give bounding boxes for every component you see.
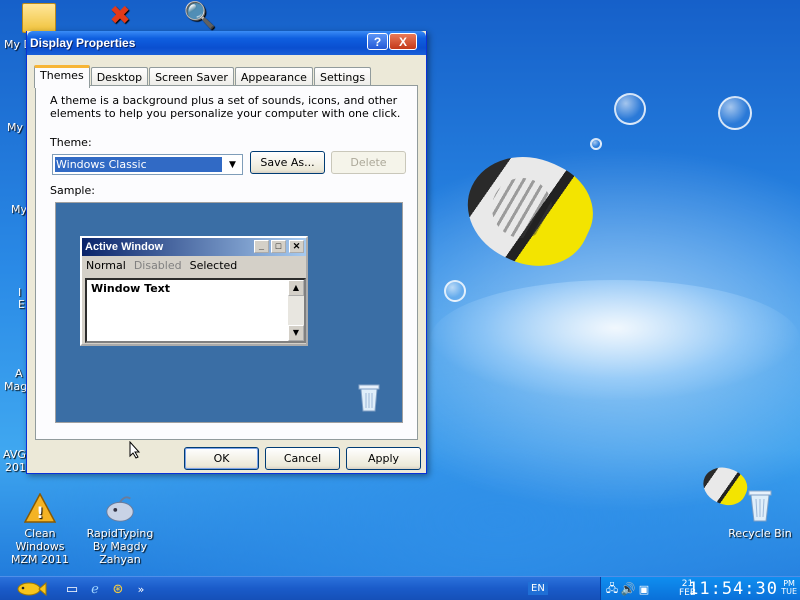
bubble [444, 280, 466, 302]
magnifier-icon: 🔍 [183, 0, 217, 31]
close-icon: ✕ [289, 240, 304, 253]
ok-button[interactable]: OK [184, 447, 259, 470]
dialog-titlebar[interactable]: Display Properties ? X [27, 31, 426, 55]
chevron-right-icon[interactable]: » [132, 580, 150, 598]
taskbar: ▭ ℯ ⊛ » EN 🖧 🔊 ▣ 21 FEB 11:54:30 PM TUE [0, 576, 800, 600]
sample-menu-selected: Selected [189, 258, 238, 272]
desktop-edge-label[interactable]: My [11, 203, 27, 216]
minimize-icon: _ [254, 240, 269, 253]
fish-large [450, 136, 609, 285]
close-button[interactable]: X [389, 33, 417, 50]
bubble [718, 96, 752, 130]
tray-ampm: PM TUE [781, 579, 797, 596]
tab-screen-saver[interactable]: Screen Saver [149, 67, 234, 87]
desktop-icon-label: Recycle Bin [728, 527, 792, 540]
typing-mouse-icon [104, 492, 136, 524]
theme-select[interactable]: Windows Classic ▼ [52, 154, 243, 175]
desktop-icon-label: Clean Windows MZM 2011 [10, 527, 69, 566]
maximize-icon: □ [271, 240, 286, 253]
scroll-up-icon: ▲ [288, 280, 304, 296]
help-button[interactable]: ? [367, 33, 388, 50]
scroll-down-icon: ▼ [288, 325, 304, 341]
sample-menu-normal: Normal [86, 258, 126, 272]
desktop-edge-label[interactable]: 201 [5, 461, 26, 474]
close-x-icon: ✖ [109, 0, 131, 31]
desktop-edge-label[interactable]: AVG [3, 448, 26, 461]
desktop-icon-red-x[interactable]: ✖ [100, 0, 140, 35]
sample-window-text: Window Text [91, 282, 171, 295]
show-desktop-icon[interactable]: ▭ [63, 580, 81, 598]
apply-button[interactable]: Apply [346, 447, 421, 470]
desktop-edge-label[interactable]: E [18, 298, 25, 311]
tab-themes[interactable]: Themes [34, 65, 90, 88]
start-fish-icon[interactable] [14, 580, 48, 598]
desktop-edge-label[interactable]: Mag [4, 380, 27, 393]
display-properties-dialog[interactable]: Display Properties ? X Themes Desktop Sc… [26, 31, 427, 474]
delete-button: Delete [331, 151, 406, 174]
desktop-icon-search[interactable]: 🔍 [180, 0, 220, 35]
sample-menu-disabled: Disabled [133, 258, 182, 272]
tab-settings[interactable]: Settings [313, 67, 372, 87]
tab-appearance[interactable]: Appearance [234, 67, 313, 87]
theme-label: Theme: [50, 136, 92, 149]
sample-active-window: Active Window _ □ ✕ Normal Disabled Sele… [80, 236, 308, 346]
desktop-icon-label: RapidTyping By Magdy Zahyan [86, 527, 154, 566]
svg-text:!: ! [36, 503, 43, 522]
sample-window-title: Active Window _ □ ✕ [82, 238, 306, 256]
desktop-icon-recycle-bin[interactable]: Recycle Bin [726, 484, 794, 540]
sample-window-text-area: Window Text ▲ ▼ [85, 278, 306, 343]
water-splash [430, 280, 800, 400]
recycle-bin-icon [744, 484, 776, 524]
cancel-button[interactable]: Cancel [265, 447, 340, 470]
tab-strip: Themes Desktop Screen Saver Appearance S… [34, 64, 372, 88]
desktop-edge-label[interactable]: A [15, 367, 23, 380]
recycle-bin-icon [356, 381, 382, 413]
security-icon[interactable]: ▣ [635, 580, 653, 598]
bubble [614, 93, 646, 125]
desktop-icon-rapidtyping[interactable]: RapidTyping By Magdy Zahyan [78, 492, 162, 566]
save-as-button[interactable]: Save As... [250, 151, 325, 174]
sample-menu-bar: Normal Disabled Selected [82, 256, 306, 274]
theme-sample-preview: Active Window _ □ ✕ Normal Disabled Sele… [55, 202, 403, 423]
sample-label: Sample: [50, 184, 95, 197]
theme-description: A theme is a background plus a set of so… [50, 94, 401, 120]
tab-desktop[interactable]: Desktop [90, 67, 149, 87]
chevron-down-icon[interactable]: ▼ [224, 156, 241, 173]
desktop-icon-clean-windows[interactable]: ! Clean Windows MZM 2011 [2, 492, 78, 566]
desktop-edge-label[interactable]: My [7, 121, 23, 134]
avg-icon[interactable]: ⊛ [109, 580, 127, 598]
warning-icon: ! [24, 492, 56, 524]
language-indicator[interactable]: EN [528, 582, 548, 595]
system-tray: 🖧 🔊 ▣ 21 FEB 11:54:30 PM TUE [600, 577, 800, 600]
tray-clock[interactable]: 11:54:30 [688, 579, 778, 599]
theme-select-value: Windows Classic [55, 157, 222, 172]
dialog-title: Display Properties [30, 36, 136, 50]
sample-scrollbar: ▲ ▼ [288, 280, 304, 341]
desktop-icon-my-documents[interactable] [22, 3, 56, 33]
internet-explorer-icon[interactable]: ℯ [86, 580, 104, 598]
themes-panel: A theme is a background plus a set of so… [35, 85, 418, 440]
